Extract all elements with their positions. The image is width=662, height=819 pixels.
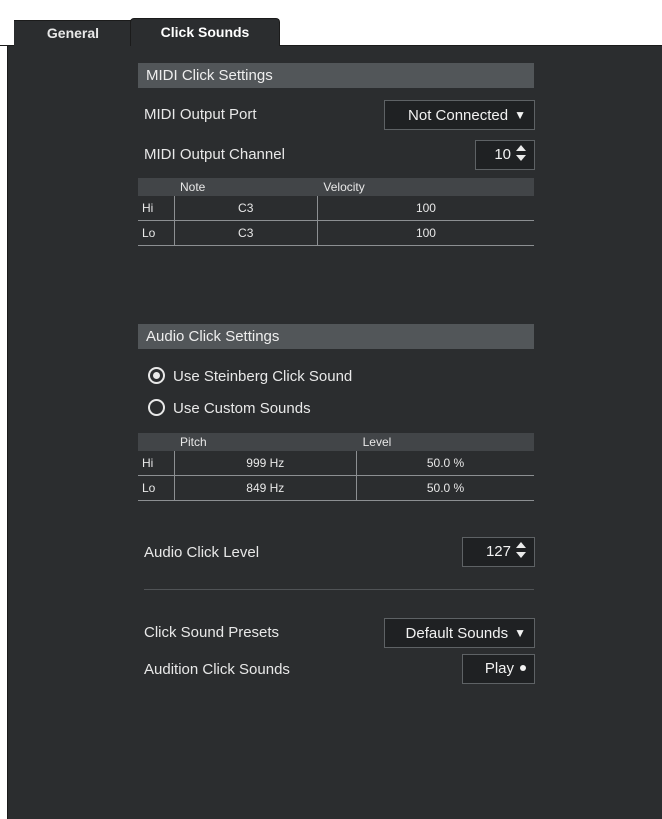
hi-velocity-cell[interactable]: 100 (316, 196, 534, 221)
table-row: Lo C3 100 (138, 220, 534, 246)
hi-level-cell[interactable]: 50.0 % (356, 451, 534, 476)
use-steinberg-click-label: Use Steinberg Click Sound (173, 368, 353, 385)
radio-unselected-icon (148, 399, 165, 416)
midi-output-channel-label: MIDI Output Channel (144, 146, 285, 163)
tab-click-sounds[interactable]: Click Sounds (130, 18, 280, 47)
audio-click-level-stepper[interactable]: 127 (462, 537, 535, 567)
midi-click-settings-header: MIDI Click Settings (138, 63, 534, 88)
up-down-arrows-icon (516, 145, 526, 161)
lo-note-cell[interactable]: C3 (174, 220, 318, 246)
table-row: Hi 999 Hz 50.0 % (138, 451, 534, 476)
click-sound-presets-label: Click Sound Presets (144, 624, 280, 641)
midi-output-channel-stepper[interactable]: 10 (475, 140, 535, 170)
lo-velocity-cell[interactable]: 100 (316, 220, 534, 246)
midi-output-port-dropdown[interactable]: Not Connected ▼ (384, 100, 535, 130)
up-down-arrows-icon (516, 542, 526, 558)
click-sound-presets-dropdown[interactable]: Default Sounds ▼ (384, 618, 535, 648)
tab-bar: General Click Sounds (0, 0, 662, 47)
midi-note-table: Note Velocity Hi C3 100 Lo C3 100 (138, 178, 534, 246)
use-custom-sounds-radio[interactable]: Use Custom Sounds (148, 399, 311, 417)
audio-pitch-table: Pitch Level Hi 999 Hz 50.0 % Lo 849 Hz 5… (138, 433, 534, 501)
dropdown-arrow-icon: ▼ (514, 108, 526, 122)
table-row: Lo 849 Hz 50.0 % (138, 475, 534, 501)
table-row: Hi C3 100 (138, 196, 534, 221)
column-header-note: Note (174, 178, 318, 196)
hi-pitch-cell[interactable]: 999 Hz (174, 451, 357, 476)
audio-click-settings-header: Audio Click Settings (138, 324, 534, 349)
audition-click-sounds-label: Audition Click Sounds (144, 661, 290, 678)
use-custom-sounds-label: Use Custom Sounds (173, 400, 311, 417)
row-label-hi: Hi (138, 451, 175, 476)
column-header-velocity: Velocity (317, 178, 534, 196)
play-button[interactable]: Play (462, 654, 535, 684)
tab-general[interactable]: General (14, 20, 132, 47)
column-header-pitch: Pitch (174, 433, 357, 451)
table-corner (138, 433, 174, 451)
click-sound-presets-value: Default Sounds (405, 625, 509, 642)
column-header-level: Level (356, 433, 534, 451)
midi-output-port-value: Not Connected (408, 107, 509, 124)
row-label-lo: Lo (138, 220, 175, 246)
midi-output-channel-value: 10 (494, 146, 511, 163)
row-label-lo: Lo (138, 475, 175, 501)
audio-click-level-label: Audio Click Level (144, 544, 260, 561)
lo-level-cell[interactable]: 50.0 % (356, 475, 534, 501)
lo-pitch-cell[interactable]: 849 Hz (174, 475, 357, 501)
use-steinberg-click-radio[interactable]: Use Steinberg Click Sound (148, 367, 352, 385)
dropdown-arrow-icon: ▼ (514, 626, 526, 640)
section-divider (144, 589, 534, 590)
radio-selected-icon (148, 367, 165, 384)
audio-click-level-value: 127 (485, 543, 511, 560)
hi-note-cell[interactable]: C3 (174, 196, 318, 221)
play-dot-icon (520, 665, 526, 671)
play-button-label: Play (484, 660, 514, 677)
row-label-hi: Hi (138, 196, 175, 221)
midi-output-port-label: MIDI Output Port (144, 106, 257, 123)
table-corner (138, 178, 174, 196)
